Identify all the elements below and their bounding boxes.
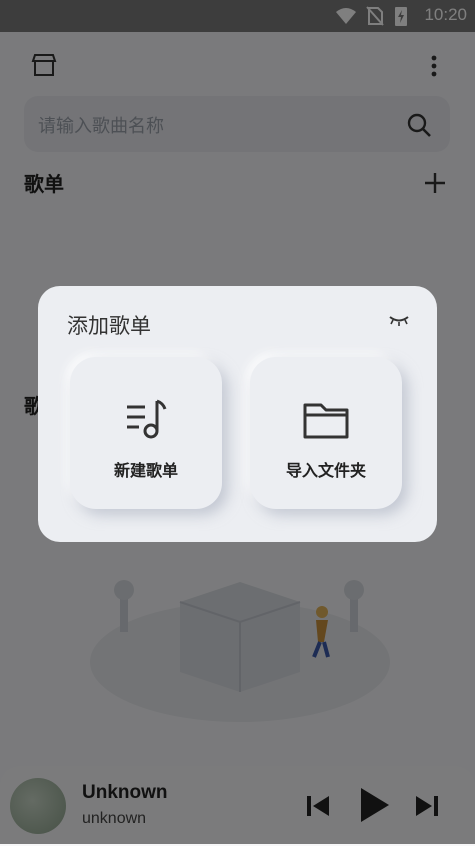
new-playlist-button[interactable]: 新建歌单 bbox=[70, 357, 222, 509]
dialog-title: 添加歌单 bbox=[67, 314, 151, 338]
import-folder-label: 导入文件夹 bbox=[285, 461, 366, 480]
import-folder-button[interactable]: 导入文件夹 bbox=[250, 357, 402, 509]
add-playlist-dialog: 添加歌单 新建歌单 导入文件夹 bbox=[38, 286, 437, 542]
folder-icon bbox=[303, 403, 349, 439]
collapse-eye-icon[interactable] bbox=[388, 314, 410, 328]
new-playlist-label: 新建歌单 bbox=[113, 461, 178, 480]
music-playlist-icon bbox=[127, 399, 167, 439]
